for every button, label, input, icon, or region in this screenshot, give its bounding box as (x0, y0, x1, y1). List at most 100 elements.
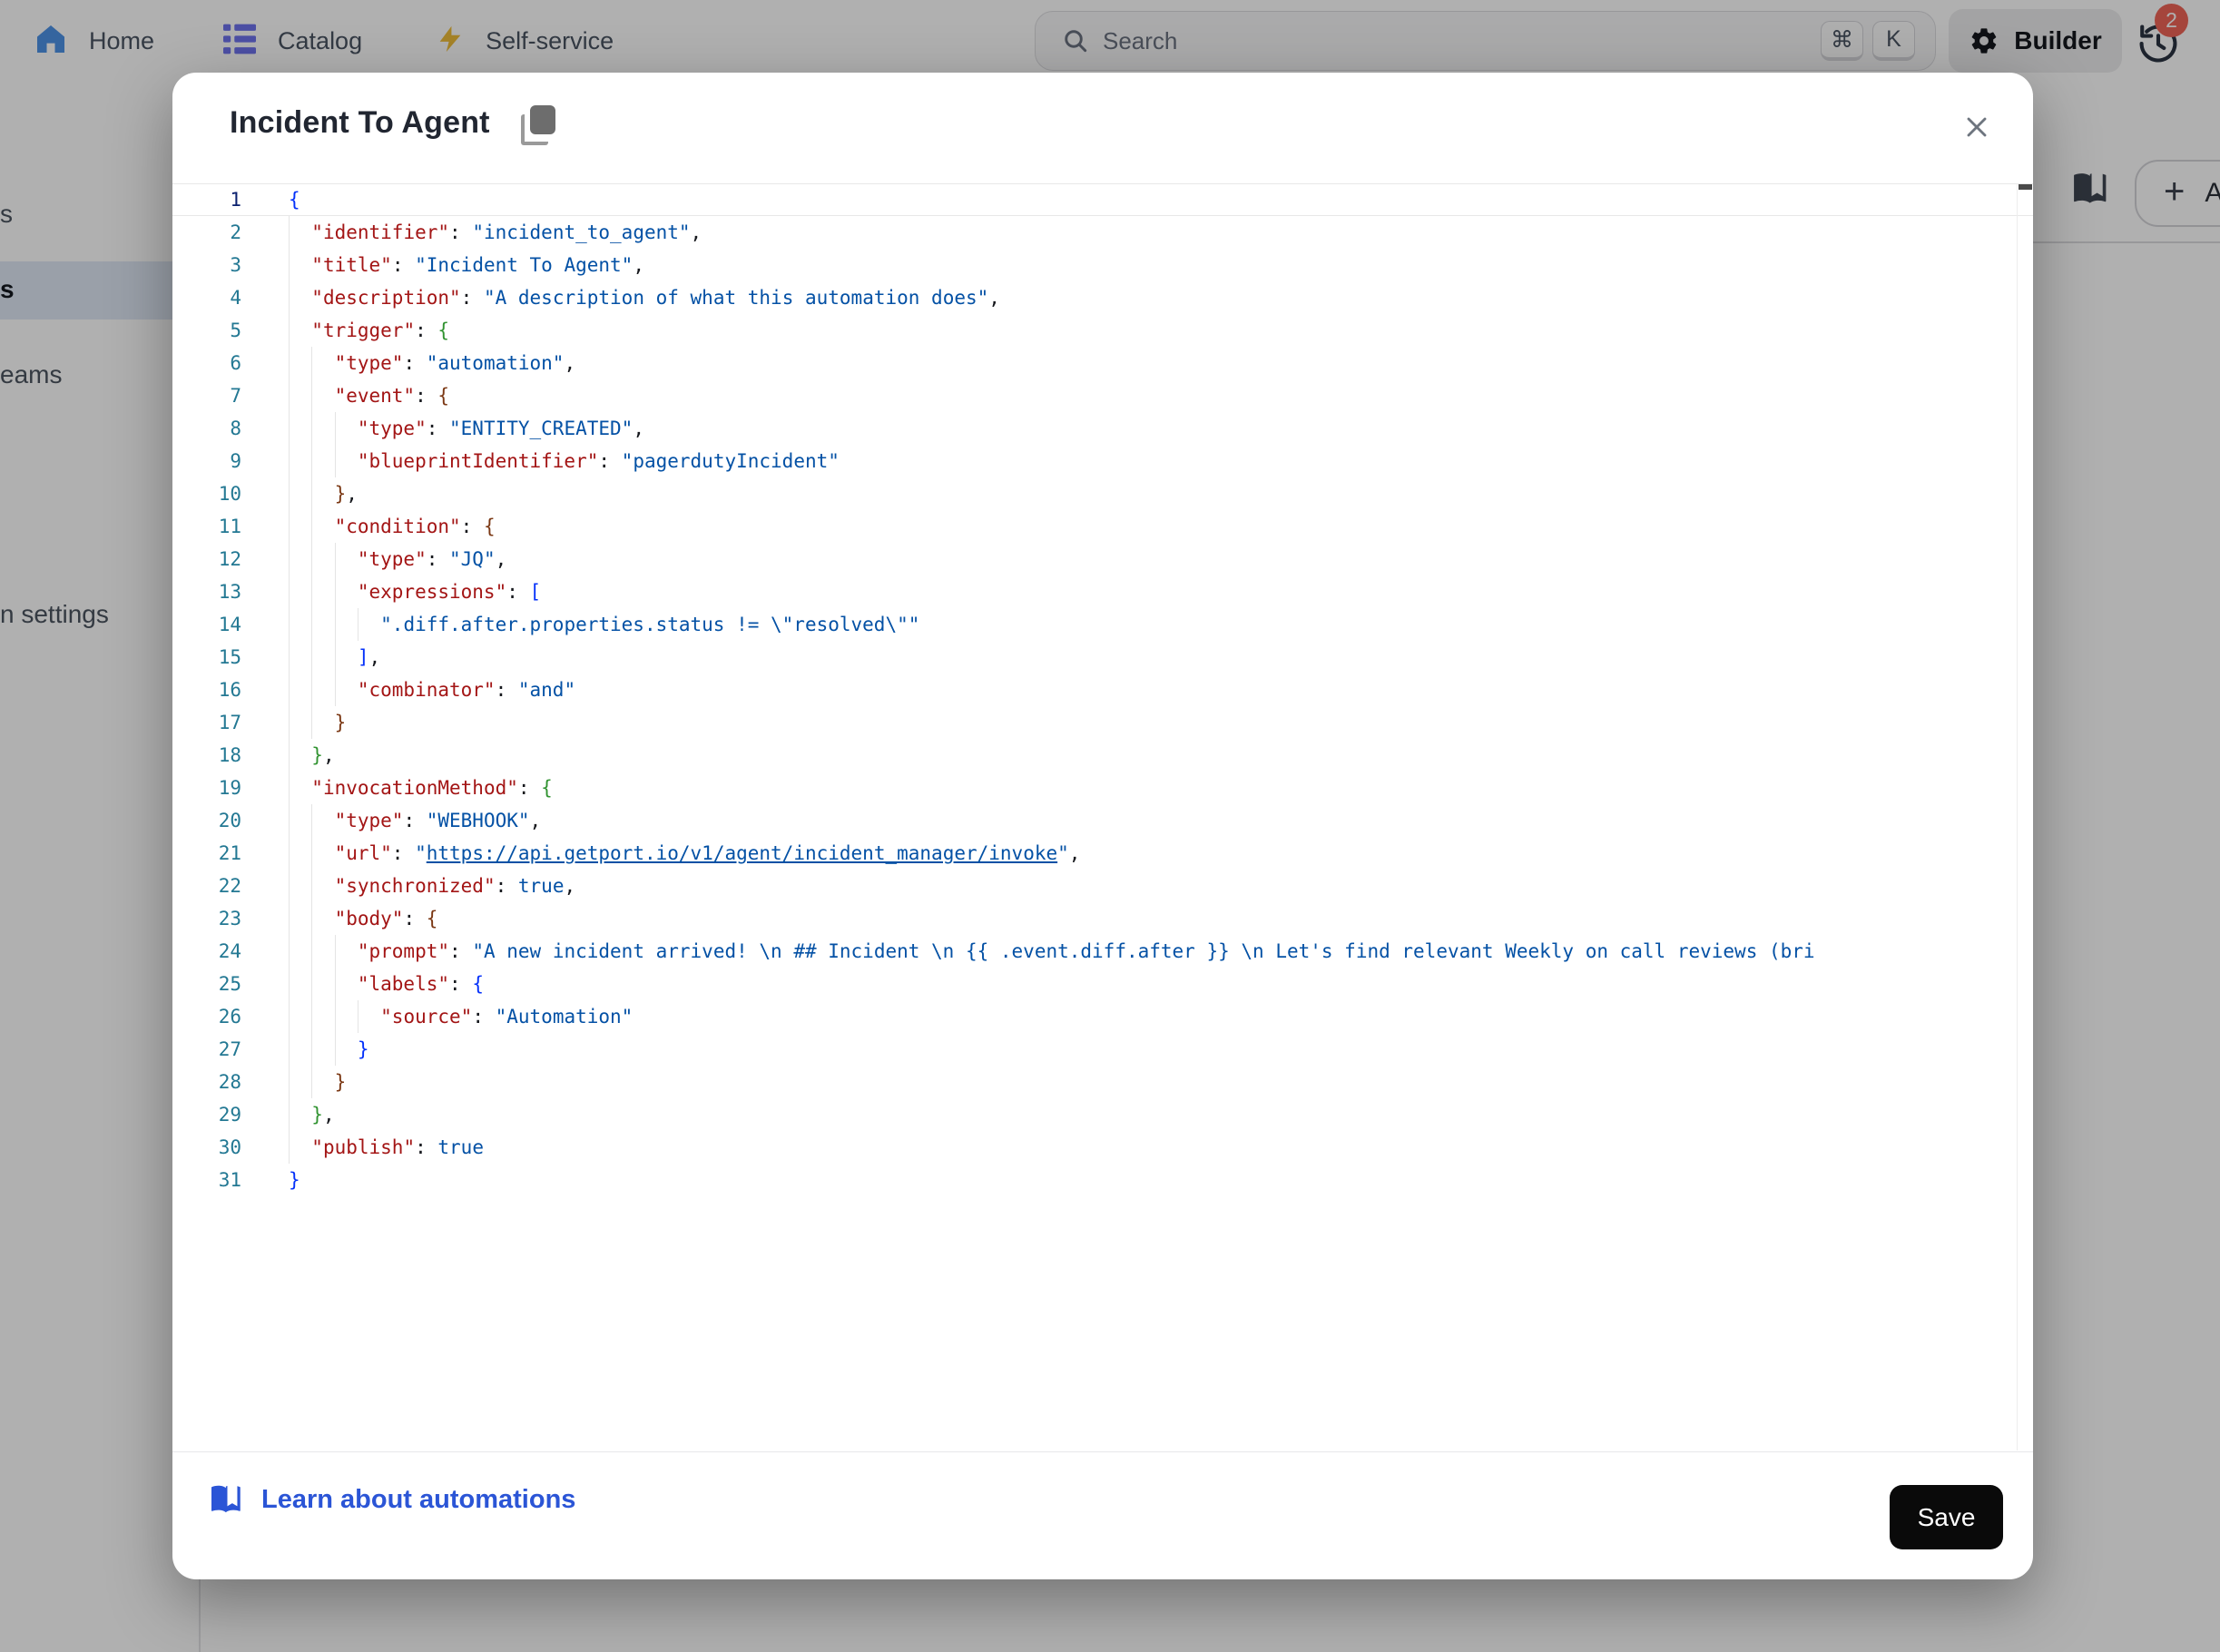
code-line[interactable]: 26 "source": "Automation" (172, 1000, 2033, 1033)
indent-guide (289, 445, 290, 477)
indent-guide (311, 641, 312, 674)
json-code-editor[interactable]: 1{2 "identifier": "incident_to_agent",3 … (172, 183, 2033, 1450)
line-number: 25 (172, 968, 289, 1000)
indent-guide (335, 412, 336, 445)
code-line[interactable]: 27 } (172, 1033, 2033, 1066)
indent-guide (335, 445, 336, 477)
screen: Home Catalog Self-service (0, 0, 2220, 1652)
line-number: 14 (172, 608, 289, 641)
indent-guide (289, 1066, 290, 1098)
automation-json-modal: Incident To Agent 1{2 "identifier": "inc… (172, 73, 2033, 1579)
indent-guide (311, 902, 312, 935)
indent-guide (335, 674, 336, 706)
modal-header: Incident To Agent (172, 73, 2033, 183)
indent-guide (311, 347, 312, 379)
book-icon (209, 1483, 245, 1516)
code-lines: 1{2 "identifier": "incident_to_agent",3 … (172, 183, 2033, 1196)
line-number: 27 (172, 1033, 289, 1066)
code-line[interactable]: 14 ".diff.after.properties.status != \"r… (172, 608, 2033, 641)
code-line-content: "url": "https://api.getport.io/v1/agent/… (289, 837, 2033, 870)
indent-guide (289, 706, 290, 739)
code-line-content: "expressions": [ (289, 575, 2033, 608)
indent-guide (289, 477, 290, 510)
indent-guide (311, 706, 312, 739)
code-line[interactable]: 30 "publish": true (172, 1131, 2033, 1164)
indent-guide (335, 968, 336, 1000)
code-line-content: { (289, 184, 2033, 215)
save-button[interactable]: Save (1890, 1485, 2003, 1549)
code-line[interactable]: 9 "blueprintIdentifier": "pagerdutyIncid… (172, 445, 2033, 477)
code-line-content: "blueprintIdentifier": "pagerdutyInciden… (289, 445, 2033, 477)
code-line[interactable]: 16 "combinator": "and" (172, 674, 2033, 706)
line-number: 20 (172, 804, 289, 837)
line-number: 9 (172, 445, 289, 477)
code-line[interactable]: 31} (172, 1164, 2033, 1196)
indent-guide (289, 772, 290, 804)
indent-guide (358, 1000, 359, 1033)
code-line[interactable]: 8 "type": "ENTITY_CREATED", (172, 412, 2033, 445)
indent-guide (311, 837, 312, 870)
indent-guide (335, 543, 336, 575)
indent-guide (311, 1000, 312, 1033)
learn-about-automations-link[interactable]: Learn about automations (209, 1483, 575, 1516)
code-line[interactable]: 1{ (172, 183, 2033, 216)
modal-footer: Learn about automations Save (172, 1451, 2033, 1579)
copy-icon[interactable] (519, 105, 559, 147)
code-line[interactable]: 13 "expressions": [ (172, 575, 2033, 608)
code-line[interactable]: 6 "type": "automation", (172, 347, 2033, 379)
code-line[interactable]: 18 }, (172, 739, 2033, 772)
code-line-content: } (289, 1164, 2033, 1196)
indent-guide (311, 1066, 312, 1098)
overview-ruler[interactable] (2017, 183, 2033, 1450)
code-line[interactable]: 22 "synchronized": true, (172, 870, 2033, 902)
indent-guide (289, 837, 290, 870)
code-line[interactable]: 3 "title": "Incident To Agent", (172, 249, 2033, 281)
code-line[interactable]: 5 "trigger": { (172, 314, 2033, 347)
code-line[interactable]: 2 "identifier": "incident_to_agent", (172, 216, 2033, 249)
code-line[interactable]: 23 "body": { (172, 902, 2033, 935)
code-line[interactable]: 10 }, (172, 477, 2033, 510)
line-number: 26 (172, 1000, 289, 1033)
line-number: 30 (172, 1131, 289, 1164)
code-line[interactable]: 12 "type": "JQ", (172, 543, 2033, 575)
code-line[interactable]: 15 ], (172, 641, 2033, 674)
code-line[interactable]: 4 "description": "A description of what … (172, 281, 2033, 314)
indent-guide (335, 641, 336, 674)
code-line-content: "synchronized": true, (289, 870, 2033, 902)
line-number: 3 (172, 249, 289, 281)
code-line[interactable]: 25 "labels": { (172, 968, 2033, 1000)
code-line[interactable]: 24 "prompt": "A new incident arrived! \n… (172, 935, 2033, 968)
indent-guide (311, 379, 312, 412)
indent-guide (289, 347, 290, 379)
code-line[interactable]: 7 "event": { (172, 379, 2033, 412)
code-line-content: "title": "Incident To Agent", (289, 249, 2033, 281)
code-line-content: "combinator": "and" (289, 674, 2033, 706)
code-line-content: "prompt": "A new incident arrived! \n ##… (289, 935, 2033, 968)
line-number: 15 (172, 641, 289, 674)
indent-guide (289, 575, 290, 608)
indent-guide (311, 674, 312, 706)
learn-link-label: Learn about automations (261, 1485, 575, 1515)
code-line-content: } (289, 1033, 2033, 1066)
code-line[interactable]: 28 } (172, 1066, 2033, 1098)
indent-guide (335, 935, 336, 968)
close-icon[interactable] (1960, 111, 1993, 143)
line-number: 12 (172, 543, 289, 575)
code-line[interactable]: 17 } (172, 706, 2033, 739)
indent-guide (311, 445, 312, 477)
line-number: 29 (172, 1098, 289, 1131)
code-line[interactable]: 21 "url": "https://api.getport.io/v1/age… (172, 837, 2033, 870)
indent-guide (289, 1131, 290, 1164)
line-number: 1 (172, 184, 289, 215)
line-number: 6 (172, 347, 289, 379)
code-line[interactable]: 20 "type": "WEBHOOK", (172, 804, 2033, 837)
line-number: 10 (172, 477, 289, 510)
indent-guide (311, 477, 312, 510)
line-number: 19 (172, 772, 289, 804)
code-line-content: "source": "Automation" (289, 1000, 2033, 1033)
line-number: 24 (172, 935, 289, 968)
code-line[interactable]: 19 "invocationMethod": { (172, 772, 2033, 804)
code-line[interactable]: 11 "condition": { (172, 510, 2033, 543)
indent-guide (289, 281, 290, 314)
code-line[interactable]: 29 }, (172, 1098, 2033, 1131)
